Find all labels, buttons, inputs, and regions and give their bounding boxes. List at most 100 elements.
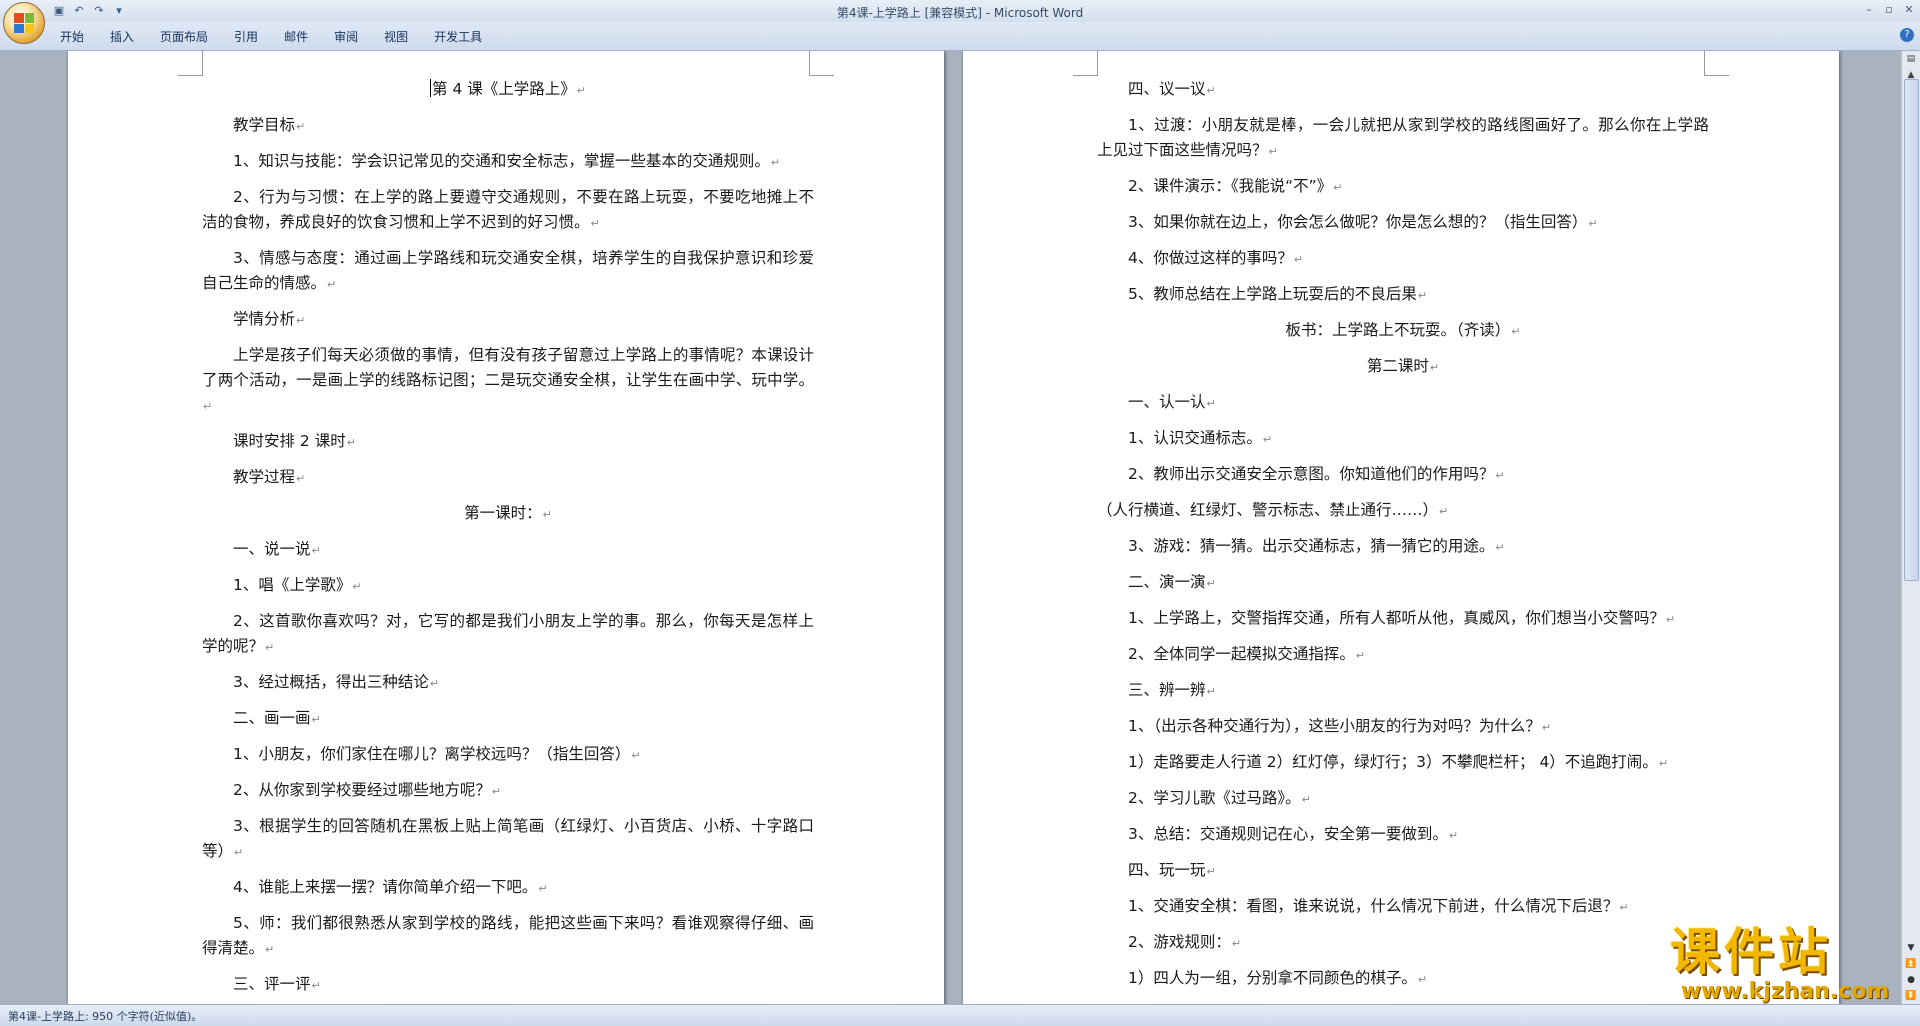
ribbon-tab[interactable]: 视图 — [374, 28, 424, 46]
paragraph-text: 3、总结：交通规则记在心，安全第一要做到。 — [1128, 825, 1448, 843]
document-paragraph[interactable]: 一、认一认 — [1097, 390, 1709, 416]
document-paragraph[interactable]: 3、游戏：猜一猜。出示交通标志，猜一猜它的用途。 — [1097, 534, 1709, 560]
document-paragraph[interactable]: 1、上学路上，交警指挥交通，所有人都听从他，真威风，你们想当小交警吗？ — [1097, 606, 1709, 632]
vertical-scrollbar[interactable]: ▤ ▲ ▼ ⏫ ● ⏬ — [1901, 51, 1920, 1004]
next-page-icon[interactable]: ⏬ — [1902, 988, 1920, 1004]
document-paragraph[interactable]: 第 4 课《上学路上》 — [202, 77, 814, 103]
page-content-right[interactable]: 四、议一议 1、过渡：小朋友就是棒，一会儿就把从家到学校的路线图画好了。那么你在上… — [1097, 77, 1709, 1002]
paragraph-text: 课时安排 2 课时 — [233, 432, 346, 450]
ribbon-tab[interactable]: 页面布局 — [150, 28, 224, 46]
ribbon-tab[interactable]: 开始 — [50, 28, 100, 46]
document-paragraph[interactable]: 2、行为与习惯：在上学的路上要遵守交通规则，不要在路上玩耍，不要吃地摊上不洁的食… — [202, 185, 814, 236]
document-paragraph[interactable]: 教学目标 — [202, 113, 814, 139]
document-paragraph[interactable]: 三、评一评 — [202, 972, 814, 998]
document-paragraph[interactable]: 1）走路要走人行道 2）红灯停，绿灯行；3）不攀爬栏杆； 4）不追跑打闹。 — [1097, 750, 1709, 776]
document-paragraph[interactable]: 2、这首歌你喜欢吗？对，它写的都是我们小朋友上学的事。那么，你每天是怎样上学的呢… — [202, 609, 814, 660]
document-paragraph[interactable]: 三、辨一辨 — [1097, 678, 1709, 704]
document-paragraph[interactable]: 1、知识与技能：学会识记常见的交通和安全标志，掌握一些基本的交通规则。 — [202, 149, 814, 175]
document-paragraph[interactable]: 5、师：我们都很熟悉从家到学校的路线，能把这些画下来吗？看谁观察得仔细、画得清楚… — [202, 911, 814, 962]
title-bar: ▣ ↶ ↷ ▾ 第4课-上学路上 [兼容模式] - Microsoft Word… — [0, 0, 1920, 44]
document-paragraph[interactable]: 1、过渡：小朋友就是棒，一会儿就把从家到学校的路线图画好了。那么你在上学路上见过… — [1097, 113, 1709, 164]
paragraph-text: 1、认识交通标志。 — [1128, 429, 1262, 447]
document-paragraph[interactable]: 1、认识交通标志。 — [1097, 426, 1709, 452]
document-paragraph[interactable]: 2、教师出示交通安全示意图。你知道他们的作用吗？ — [1097, 462, 1709, 488]
maximize-icon[interactable]: ▫ — [1882, 3, 1896, 16]
paragraph-text: 教学目标 — [233, 116, 296, 134]
document-paragraph[interactable]: 1、唱《上学歌》 — [202, 573, 814, 599]
document-paragraph[interactable]: 1）四人为一组，分别拿不同颜色的棋子。 — [1097, 966, 1709, 992]
ruler-toggle-icon[interactable]: ▤ — [1902, 51, 1920, 67]
paragraph-text: 3、游戏：猜一猜。出示交通标志，猜一猜它的用途。 — [1128, 537, 1495, 555]
help-icon[interactable]: ? — [1900, 28, 1914, 42]
close-icon[interactable]: ✕ — [1902, 3, 1916, 16]
paragraph-text: 2、这首歌你喜欢吗？对，它写的都是我们小朋友上学的事。那么，你每天是怎样上学的呢… — [202, 612, 814, 655]
watermark-url: www.kjzhan.com — [1680, 979, 1890, 1004]
document-paragraph[interactable]: 4、你做过这样的事吗？ — [1097, 246, 1709, 272]
paragraph-text: 1、过渡：小朋友就是棒，一会儿就把从家到学校的路线图画好了。那么你在上学路上见过… — [1097, 116, 1709, 159]
document-paragraph[interactable]: 3、总结：交通规则记在心，安全第一要做到。 — [1097, 822, 1709, 848]
document-paragraph[interactable]: 板书：上学路上不玩耍。（齐读） — [1097, 318, 1709, 344]
page-content-left[interactable]: 第 4 课《上学路上》教学目标 1、知识与技能：学会识记常见的交通和安全标志，掌握… — [202, 77, 814, 1004]
document-paragraph[interactable]: 3、情感与态度：通过画上学路线和玩交通安全棋，培养学生的自我保护意识和珍爱自己生… — [202, 246, 814, 297]
ribbon-tab[interactable]: 审阅 — [324, 28, 374, 46]
document-paragraph[interactable]: 2、游戏规则： — [1097, 930, 1709, 956]
paragraph-text: 学情分析 — [233, 310, 296, 328]
document-paragraph[interactable]: 3、根据学生的回答随机在黑板上贴上简笔画（红绿灯、小百货店、小桥、十字路口等） — [202, 814, 814, 865]
paragraph-text: 1）四人为一组，分别拿不同颜色的棋子。 — [1128, 969, 1417, 987]
office-button[interactable] — [3, 2, 45, 44]
document-paragraph[interactable]: 3、如果你就在边上，你会怎么做呢？你是怎么想的？（指生回答） — [1097, 210, 1709, 236]
ribbon-tab[interactable]: 插入 — [100, 28, 150, 46]
document-paragraph[interactable]: 课时安排 2 课时 — [202, 429, 814, 455]
watermark-logo: 课件站 www.kjzhan.com — [1670, 924, 1900, 1004]
document-paragraph[interactable]: 上学是孩子们每天必须做的事情，但有没有孩子留意过上学路上的事情呢？本课设计了两个… — [202, 343, 814, 419]
paragraph-text: 2、全体同学一起模拟交通指挥。 — [1128, 645, 1355, 663]
ribbon-tab[interactable]: 引用 — [224, 28, 274, 46]
select-browse-object-icon[interactable]: ● — [1902, 972, 1920, 988]
window-controls: – ▫ ✕ — [1862, 3, 1916, 16]
document-paragraph[interactable]: 二、画一画 — [202, 706, 814, 732]
ribbon-tab[interactable]: 开发工具 — [424, 28, 498, 46]
paragraph-text: 1、唱《上学歌》 — [233, 576, 352, 594]
paragraph-text: 2、行为与习惯：在上学的路上要遵守交通规则，不要在路上玩耍，不要吃地摊上不洁的食… — [202, 188, 814, 231]
document-paragraph[interactable]: 1、（出示各种交通行为），这些小朋友的行为对吗？为什么？ — [1097, 714, 1709, 740]
ribbon-tab[interactable]: 邮件 — [274, 28, 324, 46]
document-paragraph[interactable]: 2、从你家到学校要经过哪些地方呢？ — [202, 778, 814, 804]
document-paragraph[interactable]: 第一课时： — [202, 501, 814, 527]
document-paragraph[interactable]: 2、学习儿歌《过马路》。 — [1097, 786, 1709, 812]
watermark-title: 课件站 — [1670, 922, 1832, 981]
document-paragraph[interactable]: 一、说一说 — [202, 537, 814, 563]
document-paragraph[interactable]: 1、小朋友，你们家住在哪儿？离学校远吗？（指生回答） — [202, 742, 814, 768]
document-paragraph[interactable]: 四、议一议 — [1097, 77, 1709, 103]
document-paragraph[interactable]: 二、演一演 — [1097, 570, 1709, 596]
document-paragraph[interactable]: 四、玩一玩 — [1097, 858, 1709, 884]
crop-mark — [1073, 51, 1098, 76]
document-page-left[interactable]: 第 4 课《上学路上》教学目标 1、知识与技能：学会识记常见的交通和安全标志，掌握… — [68, 51, 944, 1004]
paragraph-text: 二、画一画 — [233, 709, 311, 727]
scrollbar-thumb[interactable] — [1904, 79, 1919, 581]
minimize-icon[interactable]: – — [1862, 3, 1876, 16]
paragraph-text: 1、小朋友，你们家住在哪儿？离学校远吗？（指生回答） — [233, 745, 631, 763]
ribbon-tabs: 开始 插入 页面布局 引用 邮件 审阅 视图 开发工具 — [50, 28, 498, 46]
paragraph-text: 1、知识与技能：学会识记常见的交通和安全标志，掌握一些基本的交通规则。 — [233, 152, 770, 170]
document-paragraph[interactable]: 3、经过概括，得出三种结论 — [202, 670, 814, 696]
scroll-down-icon[interactable]: ▼ — [1902, 940, 1920, 956]
paragraph-text: 四、玩一玩 — [1128, 861, 1206, 879]
ribbon-tabs-bar: 开始 插入 页面布局 引用 邮件 审阅 视图 开发工具 ? — [0, 22, 1920, 51]
paragraph-text: 三、辨一辨 — [1128, 681, 1206, 699]
document-paragraph[interactable]: 2、全体同学一起模拟交通指挥。 — [1097, 642, 1709, 668]
document-paragraph[interactable]: （人行横道、红绿灯、警示标志、禁止通行……） — [1097, 498, 1709, 524]
previous-page-icon[interactable]: ⏫ — [1902, 956, 1920, 972]
text-cursor — [430, 79, 432, 97]
document-paragraph[interactable]: 教学过程 — [202, 465, 814, 491]
paragraph-text: 二、演一演 — [1128, 573, 1206, 591]
scroll-bottom-buttons: ▼ ⏫ ● ⏬ — [1902, 940, 1920, 1004]
paragraph-text: 三、评一评 — [233, 975, 311, 993]
document-paragraph[interactable]: 学情分析 — [202, 307, 814, 333]
document-paragraph[interactable]: 第二课时 — [1097, 354, 1709, 380]
document-paragraph[interactable]: 2、课件演示：《我能说“不”》 — [1097, 174, 1709, 200]
document-page-right[interactable]: 四、议一议 1、过渡：小朋友就是棒，一会儿就把从家到学校的路线图画好了。那么你在上… — [963, 51, 1839, 1004]
document-paragraph[interactable]: 5、教师总结在上学路上玩耍后的不良后果 — [1097, 282, 1709, 308]
document-paragraph[interactable]: 4、谁能上来摆一摆？请你简单介绍一下吧。 — [202, 875, 814, 901]
paragraph-text: 第二课时 — [1366, 357, 1429, 375]
document-paragraph[interactable]: 1、交通安全棋：看图，谁来说说，什么情况下前进，什么情况下后退？ — [1097, 894, 1709, 920]
